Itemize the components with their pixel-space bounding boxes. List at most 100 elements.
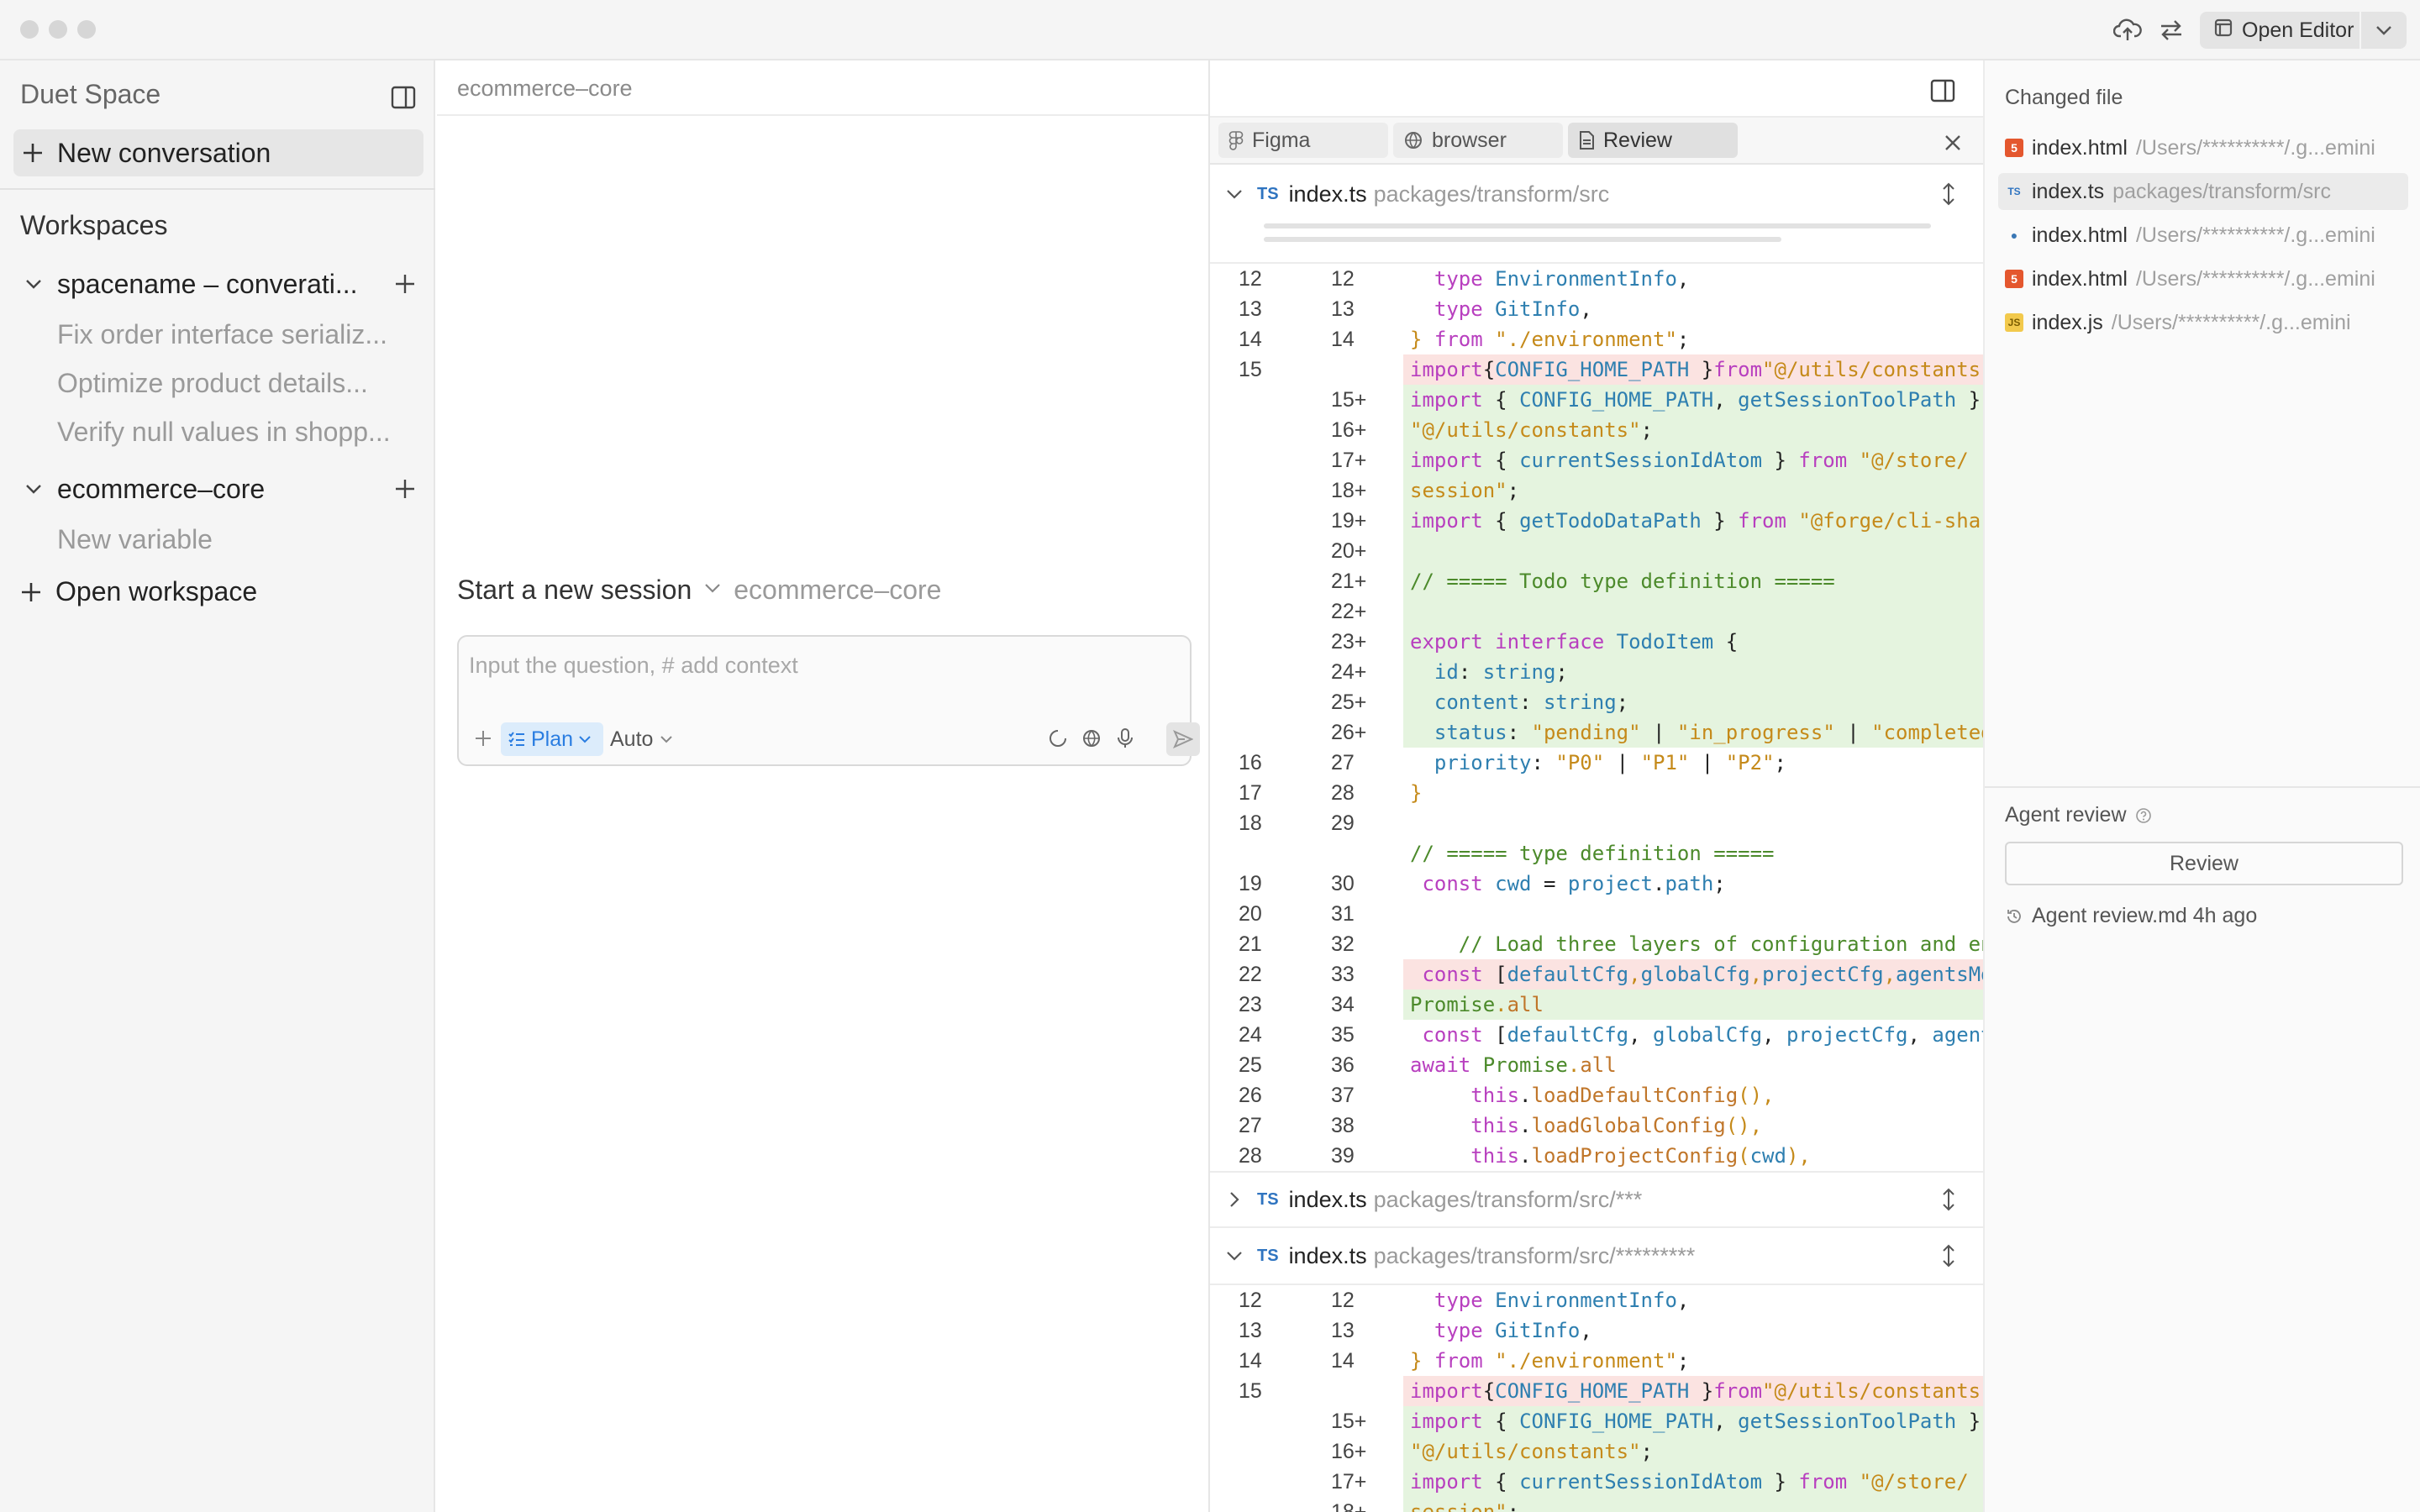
code-text: import{CONFIG_HOME_PATH }from"@/utils/co… <box>1403 354 1983 385</box>
code-text: type EnvironmentInfo, <box>1403 264 1983 294</box>
file-diff-header[interactable]: TS index.ts packages/transform/src/*** <box>1210 1171 1983 1228</box>
open-workspace-button[interactable]: Open workspace <box>18 576 257 607</box>
globe-icon[interactable] <box>1077 724 1106 753</box>
open-editor-main[interactable]: Open Editor <box>2200 12 2361 49</box>
code-line: 20+ <box>1210 536 1983 566</box>
code-token: [ <box>1495 963 1507 986</box>
changed-file-item[interactable]: TS index.ts packages/transform/src <box>1998 173 2408 210</box>
send-button[interactable] <box>1166 722 1200 756</box>
plan-mode-button[interactable]: Plan <box>501 722 603 756</box>
file-path: packages/transform/src/*** <box>1373 1186 1643 1212</box>
code-line: 16 27 priority: "P0" | "P1" | "P2"; <box>1210 748 1983 778</box>
chevron-down-icon[interactable] <box>1223 1250 1245 1262</box>
conversation-item[interactable]: Optimize product details... <box>57 368 418 399</box>
code-token: , <box>1580 297 1592 321</box>
ts-icon: TS <box>2007 186 2021 197</box>
conversation-item[interactable]: Verify null values in shopp... <box>57 417 418 448</box>
conversation-item[interactable]: New variable <box>57 524 418 555</box>
code-token: CONFIG_HOME_PATH <box>1495 1379 1702 1403</box>
new-line-number: 14 <box>1331 328 1355 351</box>
review-button[interactable]: Review <box>2005 842 2403 885</box>
chevron-right-icon[interactable] <box>1223 1190 1245 1209</box>
code-text <box>1403 536 1983 566</box>
new-conversation-button[interactable]: New conversation <box>13 129 424 176</box>
chevron-down-icon[interactable] <box>18 278 49 290</box>
code-token: } <box>1713 509 1739 533</box>
review-panel: Figma browser Review TS index.ts package… <box>1208 60 1983 1512</box>
chevron-down-icon <box>579 736 591 743</box>
workspace-row[interactable]: spacename – converati... <box>18 262 422 306</box>
code-text: export interface TodoItem { <box>1403 627 1983 657</box>
swap-arrows-icon[interactable] <box>2156 15 2186 45</box>
new-line-number: 26+ <box>1331 721 1367 744</box>
open-editor-button[interactable]: Open Editor <box>2200 12 2407 49</box>
review-history-label: Agent review.md 4h ago <box>2032 904 2258 927</box>
loading-circle-icon[interactable] <box>1044 724 1072 753</box>
window-minimize-dot[interactable] <box>49 20 67 39</box>
file-diff-header[interactable]: TS index.ts packages/transform/src/*****… <box>1210 1228 1983 1285</box>
html-icon: 5 <box>2005 270 2023 288</box>
split-pane-icon[interactable] <box>1928 76 1958 106</box>
old-line-number: 27 <box>1239 1114 1262 1137</box>
new-line-number: 14 <box>1331 1349 1355 1373</box>
conversation-item[interactable]: Fix order interface serializ... <box>57 319 418 350</box>
window-close-dot[interactable] <box>20 20 39 39</box>
code-line: 18+ session"; <box>1210 475 1983 506</box>
changed-file-item[interactable]: 5 index.html/Users/**********/.g...emini <box>1998 129 2408 166</box>
chevron-down-icon[interactable] <box>703 582 722 598</box>
old-line-number: 17 <box>1239 781 1262 805</box>
file-diff-header[interactable]: TS index.ts packages/transform/src <box>1210 166 1983 222</box>
code-token: GitInfo <box>1495 297 1581 321</box>
diff-scroll-thumb[interactable] <box>1264 237 1781 242</box>
add-attachment-icon[interactable] <box>471 726 496 751</box>
code-text: import { currentSessionIdAtom } from "@/… <box>1403 445 1983 475</box>
code-token: currentSessionIdAtom <box>1519 449 1775 472</box>
code-token: CONFIG_HOME_PATH <box>1519 388 1714 412</box>
close-icon[interactable] <box>1939 129 1966 156</box>
changed-file-item[interactable]: JS index.js/Users/**********/.g...emini <box>1998 304 2408 341</box>
expand-vertical-icon[interactable] <box>1934 180 1963 208</box>
new-line-number: 17+ <box>1331 449 1367 472</box>
open-editor-dropdown[interactable] <box>2361 12 2407 49</box>
add-conversation-icon[interactable] <box>388 477 422 501</box>
tab-review[interactable]: Review <box>1568 123 1738 158</box>
tab-figma[interactable]: Figma <box>1218 123 1388 158</box>
workspace-row[interactable]: ecommerce–core <box>18 467 422 511</box>
plan-label: Plan <box>531 727 574 751</box>
sidebar-toggle-icon[interactable] <box>388 82 418 113</box>
code-token: "completed <box>1871 721 1983 744</box>
help-icon[interactable] <box>2135 807 2152 824</box>
code-token: "P0" <box>1555 751 1605 774</box>
review-history-item[interactable]: Agent review.md 4h ago <box>2005 904 2257 928</box>
session-title: Start a new session <box>457 575 692 605</box>
chevron-down-icon[interactable] <box>18 483 49 495</box>
code-token: cwd <box>1749 1144 1786 1168</box>
add-conversation-icon[interactable] <box>388 272 422 296</box>
changed-file-item[interactable]: 5 index.html/Users/**********/.g...emini <box>1998 260 2408 297</box>
question-input[interactable] <box>469 648 1175 682</box>
code-token: , <box>1580 1319 1592 1342</box>
expand-vertical-icon[interactable] <box>1934 1242 1963 1270</box>
chevron-down-icon[interactable] <box>1223 188 1245 200</box>
code-text: } <box>1403 778 1983 808</box>
tab-browser[interactable]: browser <box>1393 123 1563 158</box>
cloud-upload-icon[interactable] <box>2112 15 2143 45</box>
code-line: 17 28} <box>1210 778 1983 808</box>
code-token: { <box>1482 1379 1496 1403</box>
code-token: ; <box>1555 660 1568 684</box>
auto-mode-selector[interactable]: Auto <box>610 722 673 756</box>
changed-file-item[interactable]: ● index.html/Users/**********/.g...emini <box>1998 217 2408 254</box>
window-zoom-dot[interactable] <box>77 20 96 39</box>
microphone-icon[interactable] <box>1111 724 1139 753</box>
diff-scroll-track[interactable] <box>1264 223 1931 228</box>
new-session-row: Start a new session ecommerce–core <box>457 575 941 606</box>
code-text: import { getTodoDataPath } from "@forge/… <box>1403 506 1983 536</box>
code-line: 28 39 this.loadProjectConfig(cwd), <box>1210 1141 1983 1171</box>
code-token: interface <box>1495 630 1617 654</box>
session-workspace-selector[interactable]: ecommerce–core <box>734 575 941 606</box>
expand-vertical-icon[interactable] <box>1934 1185 1963 1214</box>
